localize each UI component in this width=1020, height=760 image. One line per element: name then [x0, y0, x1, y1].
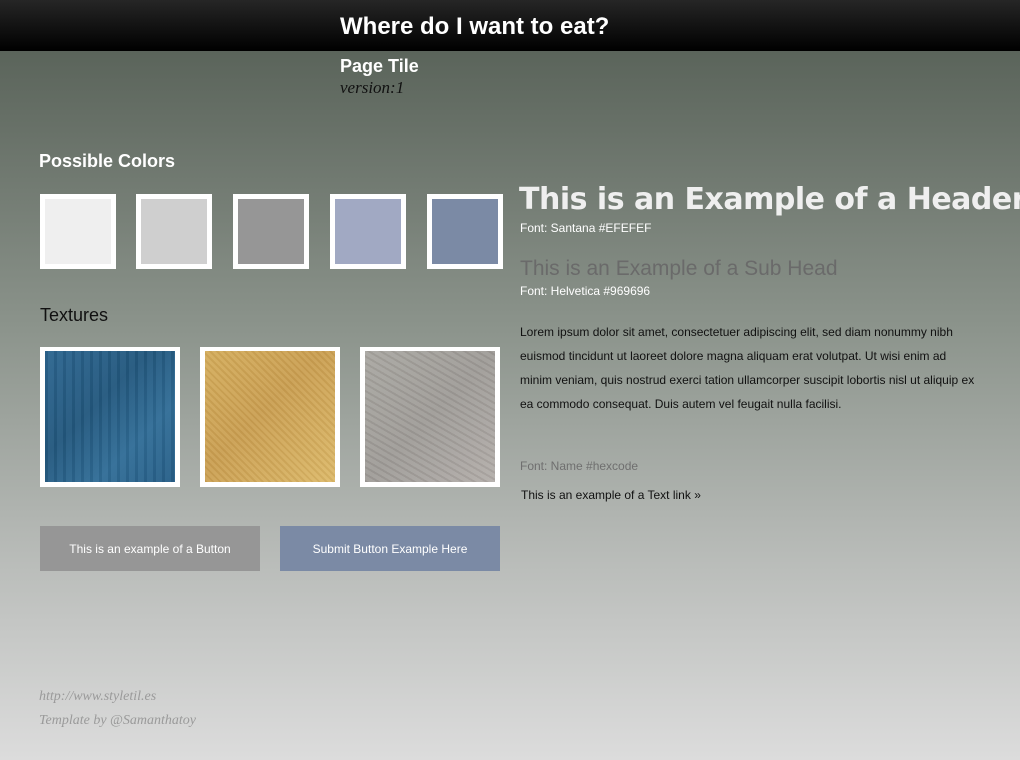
footer-url: http://www.styletil.es — [39, 689, 157, 704]
color-swatch — [427, 194, 503, 269]
color-swatch — [330, 194, 406, 269]
header-example: This is an Example of a Header — [519, 182, 1020, 217]
text-link[interactable]: This is an example of a Text link » — [521, 488, 701, 502]
version-label: version:1 — [340, 78, 405, 97]
body-text: Lorem ipsum dolor sit amet, consectetuer… — [520, 325, 975, 411]
submit-button[interactable]: Submit Button Example Here — [280, 526, 500, 571]
textures-heading: Textures — [40, 305, 109, 325]
top-bar: Where do I want to eat? — [0, 0, 1020, 51]
footer-credit: Template by @Samanthatoy — [39, 713, 197, 728]
subhead-example: This is an Example of a Sub Head — [520, 257, 838, 280]
color-swatch — [233, 194, 309, 269]
colors-heading: Possible Colors — [39, 151, 176, 171]
header-font-note: Font: Santana #EFEFEF — [520, 221, 652, 235]
page-title: Page Tile — [340, 56, 419, 76]
color-swatch — [40, 194, 116, 269]
stone-texture — [360, 347, 500, 487]
font-name-note: Font: Name #hexcode — [520, 459, 639, 473]
sand-texture — [200, 347, 340, 487]
color-swatch — [136, 194, 212, 269]
example-button[interactable]: This is an example of a Button — [40, 526, 260, 571]
site-title: Where do I want to eat? — [340, 13, 610, 40]
subhead-font-note: Font: Helvetica #969696 — [520, 284, 651, 298]
blue-watercolor-texture — [40, 347, 180, 487]
